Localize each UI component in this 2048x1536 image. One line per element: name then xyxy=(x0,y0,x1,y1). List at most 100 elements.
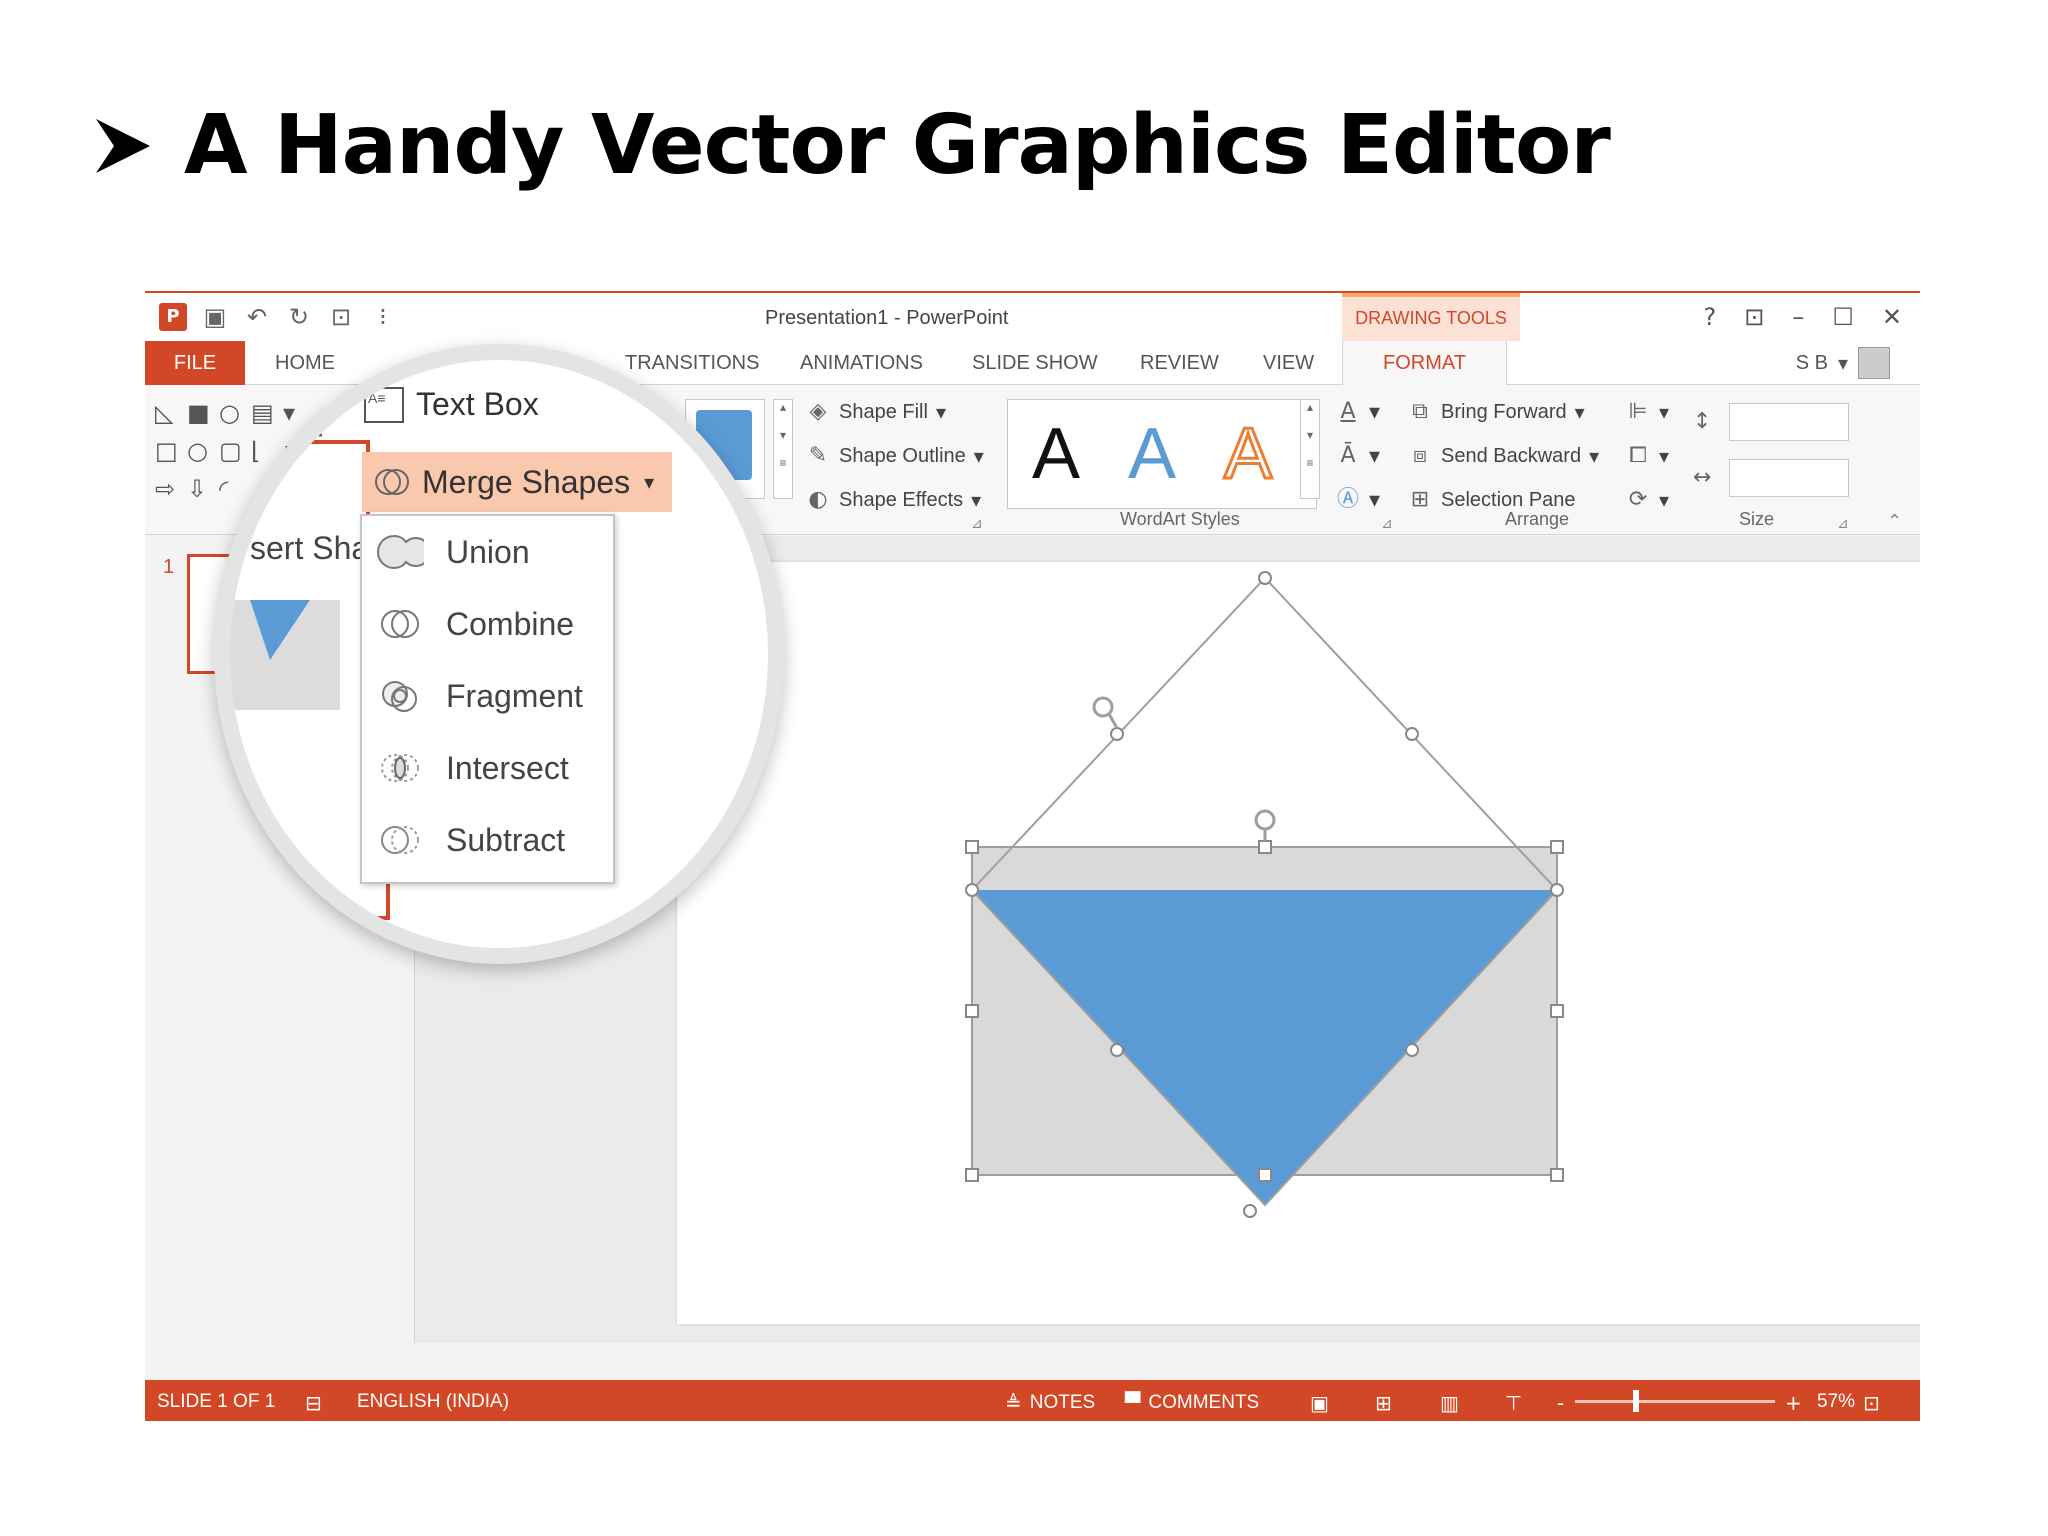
down-arrow-shape-icon[interactable]: ⇩ xyxy=(187,475,213,503)
text-fill-button[interactable]: A ▾ xyxy=(1335,397,1380,427)
menu-item-union[interactable]: Union xyxy=(362,522,613,582)
user-account[interactable]: S B ▾ xyxy=(1796,347,1890,379)
slide-sorter-icon[interactable]: ⊞ xyxy=(1375,1391,1392,1415)
undo-icon[interactable]: ↶ xyxy=(243,303,271,331)
oval-shape-icon[interactable]: ○ xyxy=(187,437,213,465)
shape-fill-button[interactable]: ◈ Shape Fill ▾ xyxy=(805,397,984,427)
language-indicator[interactable]: ENGLISH (INDIA) xyxy=(357,1391,509,1413)
size-launcher-icon[interactable]: ⊿ xyxy=(1837,515,1849,532)
help-button[interactable]: ? xyxy=(1704,303,1717,331)
text-format-commands: A ▾ Ā ▾ Ⓐ ▾ xyxy=(1335,397,1380,515)
reading-view-icon[interactable]: ▥ xyxy=(1440,1391,1459,1415)
menu-item-combine[interactable]: Combine xyxy=(362,594,613,654)
rotation-handles[interactable] xyxy=(1092,696,1276,841)
notes-icon: ≜ xyxy=(1005,1391,1022,1415)
tab-review[interactable]: REVIEW xyxy=(1140,341,1219,385)
window-controls: ? ⊡ – ☐ ✕ xyxy=(1704,303,1902,331)
text-outline-button[interactable]: Ā ▾ xyxy=(1335,441,1380,471)
ribbon-display-options-icon[interactable]: ⊡ xyxy=(1744,303,1764,331)
rotate-button[interactable]: ⟳ ▾ xyxy=(1625,485,1669,515)
line-shape-icon[interactable]: ╲ xyxy=(230,412,258,447)
text-effects-button[interactable]: Ⓐ ▾ xyxy=(1335,485,1380,515)
align-button[interactable]: ⊫ ▾ xyxy=(1625,397,1669,427)
wordart-group-label: WordArt Styles xyxy=(1120,509,1240,529)
wordart-style-black[interactable]: A xyxy=(1032,413,1080,495)
fragment-icon xyxy=(382,681,417,712)
merge-shapes-menu: Union Combine Fragment Intersect Subtrac… xyxy=(360,514,615,884)
minimize-icon[interactable]: – xyxy=(1792,303,1804,331)
slide-title-text: A Handy Vector Graphics Editor xyxy=(184,98,1611,193)
union-icon xyxy=(377,535,424,569)
chevron-down-icon: ▾ xyxy=(1659,489,1670,512)
zoom-out-icon[interactable]: - xyxy=(1557,1391,1564,1415)
wordart-launcher-icon[interactable]: ⊿ xyxy=(1381,515,1393,532)
start-from-beginning-icon[interactable]: ⊡ xyxy=(327,303,355,331)
chevron-down-icon: ▾ xyxy=(971,489,982,512)
wordart-style-blue[interactable]: A xyxy=(1128,413,1176,495)
shape-outline-button[interactable]: ✎ Shape Outline ▾ xyxy=(805,441,984,471)
arrowhead-bullet-icon xyxy=(96,118,150,173)
arrange-commands: ⧉ Bring Forward ▾ ⧈ Send Backward ▾ ⊞ Se… xyxy=(1407,397,1599,515)
pencil-outline-icon: ✎ xyxy=(808,443,828,468)
rect-outline-shape-icon[interactable]: □ xyxy=(155,437,181,465)
bracket-shape-icon[interactable]: ⌊ xyxy=(262,412,296,447)
text-box-icon: A≡ xyxy=(364,386,404,423)
wordart-style-orange-outline[interactable]: A xyxy=(1222,413,1273,496)
menu-item-subtract[interactable]: Subtract xyxy=(362,810,613,870)
collapse-ribbon-icon[interactable]: ⌃ xyxy=(1887,511,1902,532)
rectangle-shape-icon[interactable]: ■ xyxy=(187,399,213,427)
menu-item-fragment[interactable]: Fragment xyxy=(362,666,613,726)
wordart-gallery-scroll[interactable]: ▴ ▾ ≡ xyxy=(1300,399,1320,499)
shape-height-input[interactable] xyxy=(1729,403,1849,441)
fit-slide-icon[interactable]: ⊡ xyxy=(1863,1391,1880,1415)
zoom-slider-handle[interactable] xyxy=(1633,1390,1639,1412)
send-backward-button[interactable]: ⧈ Send Backward ▾ xyxy=(1407,441,1599,471)
chevron-down-icon: ▾ xyxy=(1574,401,1585,424)
paint-bucket-icon: ◈ xyxy=(809,399,827,424)
zoom-slider[interactable] xyxy=(1575,1390,1775,1412)
line-shape-icon[interactable]: ◺ xyxy=(155,399,181,427)
notes-button[interactable]: ≜ NOTES xyxy=(1005,1391,1095,1415)
maximize-icon[interactable]: ☐ xyxy=(1832,303,1854,331)
user-initials: S B xyxy=(1795,351,1828,374)
tab-animations[interactable]: ANIMATIONS xyxy=(800,341,923,385)
style-gallery-scroll[interactable]: ▴ ▾ ≡ xyxy=(773,399,793,499)
size-group-label: Size xyxy=(1739,509,1775,529)
chevron-down-icon: ▾ xyxy=(973,445,984,468)
shape-effects-button[interactable]: ◐ Shape Effects ▾ xyxy=(805,485,984,515)
shape-width-input[interactable] xyxy=(1729,459,1849,497)
tab-view[interactable]: VIEW xyxy=(1263,341,1314,385)
shape-width-icon: ↔ xyxy=(1693,465,1712,490)
comments-button[interactable]: ▀ COMMENTS xyxy=(1125,1391,1259,1415)
spell-check-icon[interactable]: ⊟ xyxy=(305,1391,322,1415)
intersect-icon xyxy=(381,754,419,782)
right-arrow-shape-icon[interactable]: ⇨ xyxy=(155,475,181,503)
text-box-button[interactable]: A≡ Text Box xyxy=(364,386,539,423)
normal-view-icon[interactable]: ▣ xyxy=(1310,1391,1329,1415)
group-button[interactable]: ⧠ ▾ xyxy=(1625,441,1669,471)
chevron-down-icon: ▾ xyxy=(1589,445,1600,468)
close-icon[interactable]: ✕ xyxy=(1882,303,1902,331)
tab-format[interactable]: FORMAT xyxy=(1342,341,1507,385)
gallery-expand-icon[interactable]: ≡ xyxy=(300,412,334,447)
zoom-level[interactable]: 57% xyxy=(1817,1391,1855,1413)
chevron-down-icon: ▾ xyxy=(1369,399,1381,424)
text-box-label: Text Box xyxy=(416,386,539,422)
customize-qat-icon[interactable]: ⁝ xyxy=(369,303,397,331)
merge-shapes-button[interactable]: Merge Shapes ▾ xyxy=(362,452,672,512)
bring-forward-button[interactable]: ⧉ Bring Forward ▾ xyxy=(1407,397,1599,427)
effects-icon: ◐ xyxy=(808,487,828,512)
save-icon[interactable]: ▣ xyxy=(201,303,229,331)
tab-slide-show[interactable]: SLIDE SHOW xyxy=(972,341,1098,385)
slide-canvas[interactable] xyxy=(677,562,1920,1324)
selection-pane-button[interactable]: ⊞ Selection Pane xyxy=(1407,485,1599,515)
shape-effects-label: Shape Effects xyxy=(839,488,964,511)
slide-show-icon[interactable]: ⊤ xyxy=(1505,1391,1522,1415)
shape-styles-launcher-icon[interactable]: ⊿ xyxy=(971,515,983,532)
thumbnail-triangle xyxy=(250,600,310,660)
arrange-group-label: Arrange xyxy=(1505,509,1570,529)
menu-item-intersect[interactable]: Intersect xyxy=(362,738,613,798)
zoom-in-icon[interactable]: + xyxy=(1785,1391,1802,1415)
redo-icon[interactable]: ↻ xyxy=(285,303,313,331)
chevron-down-icon: ▾ xyxy=(1837,352,1848,375)
